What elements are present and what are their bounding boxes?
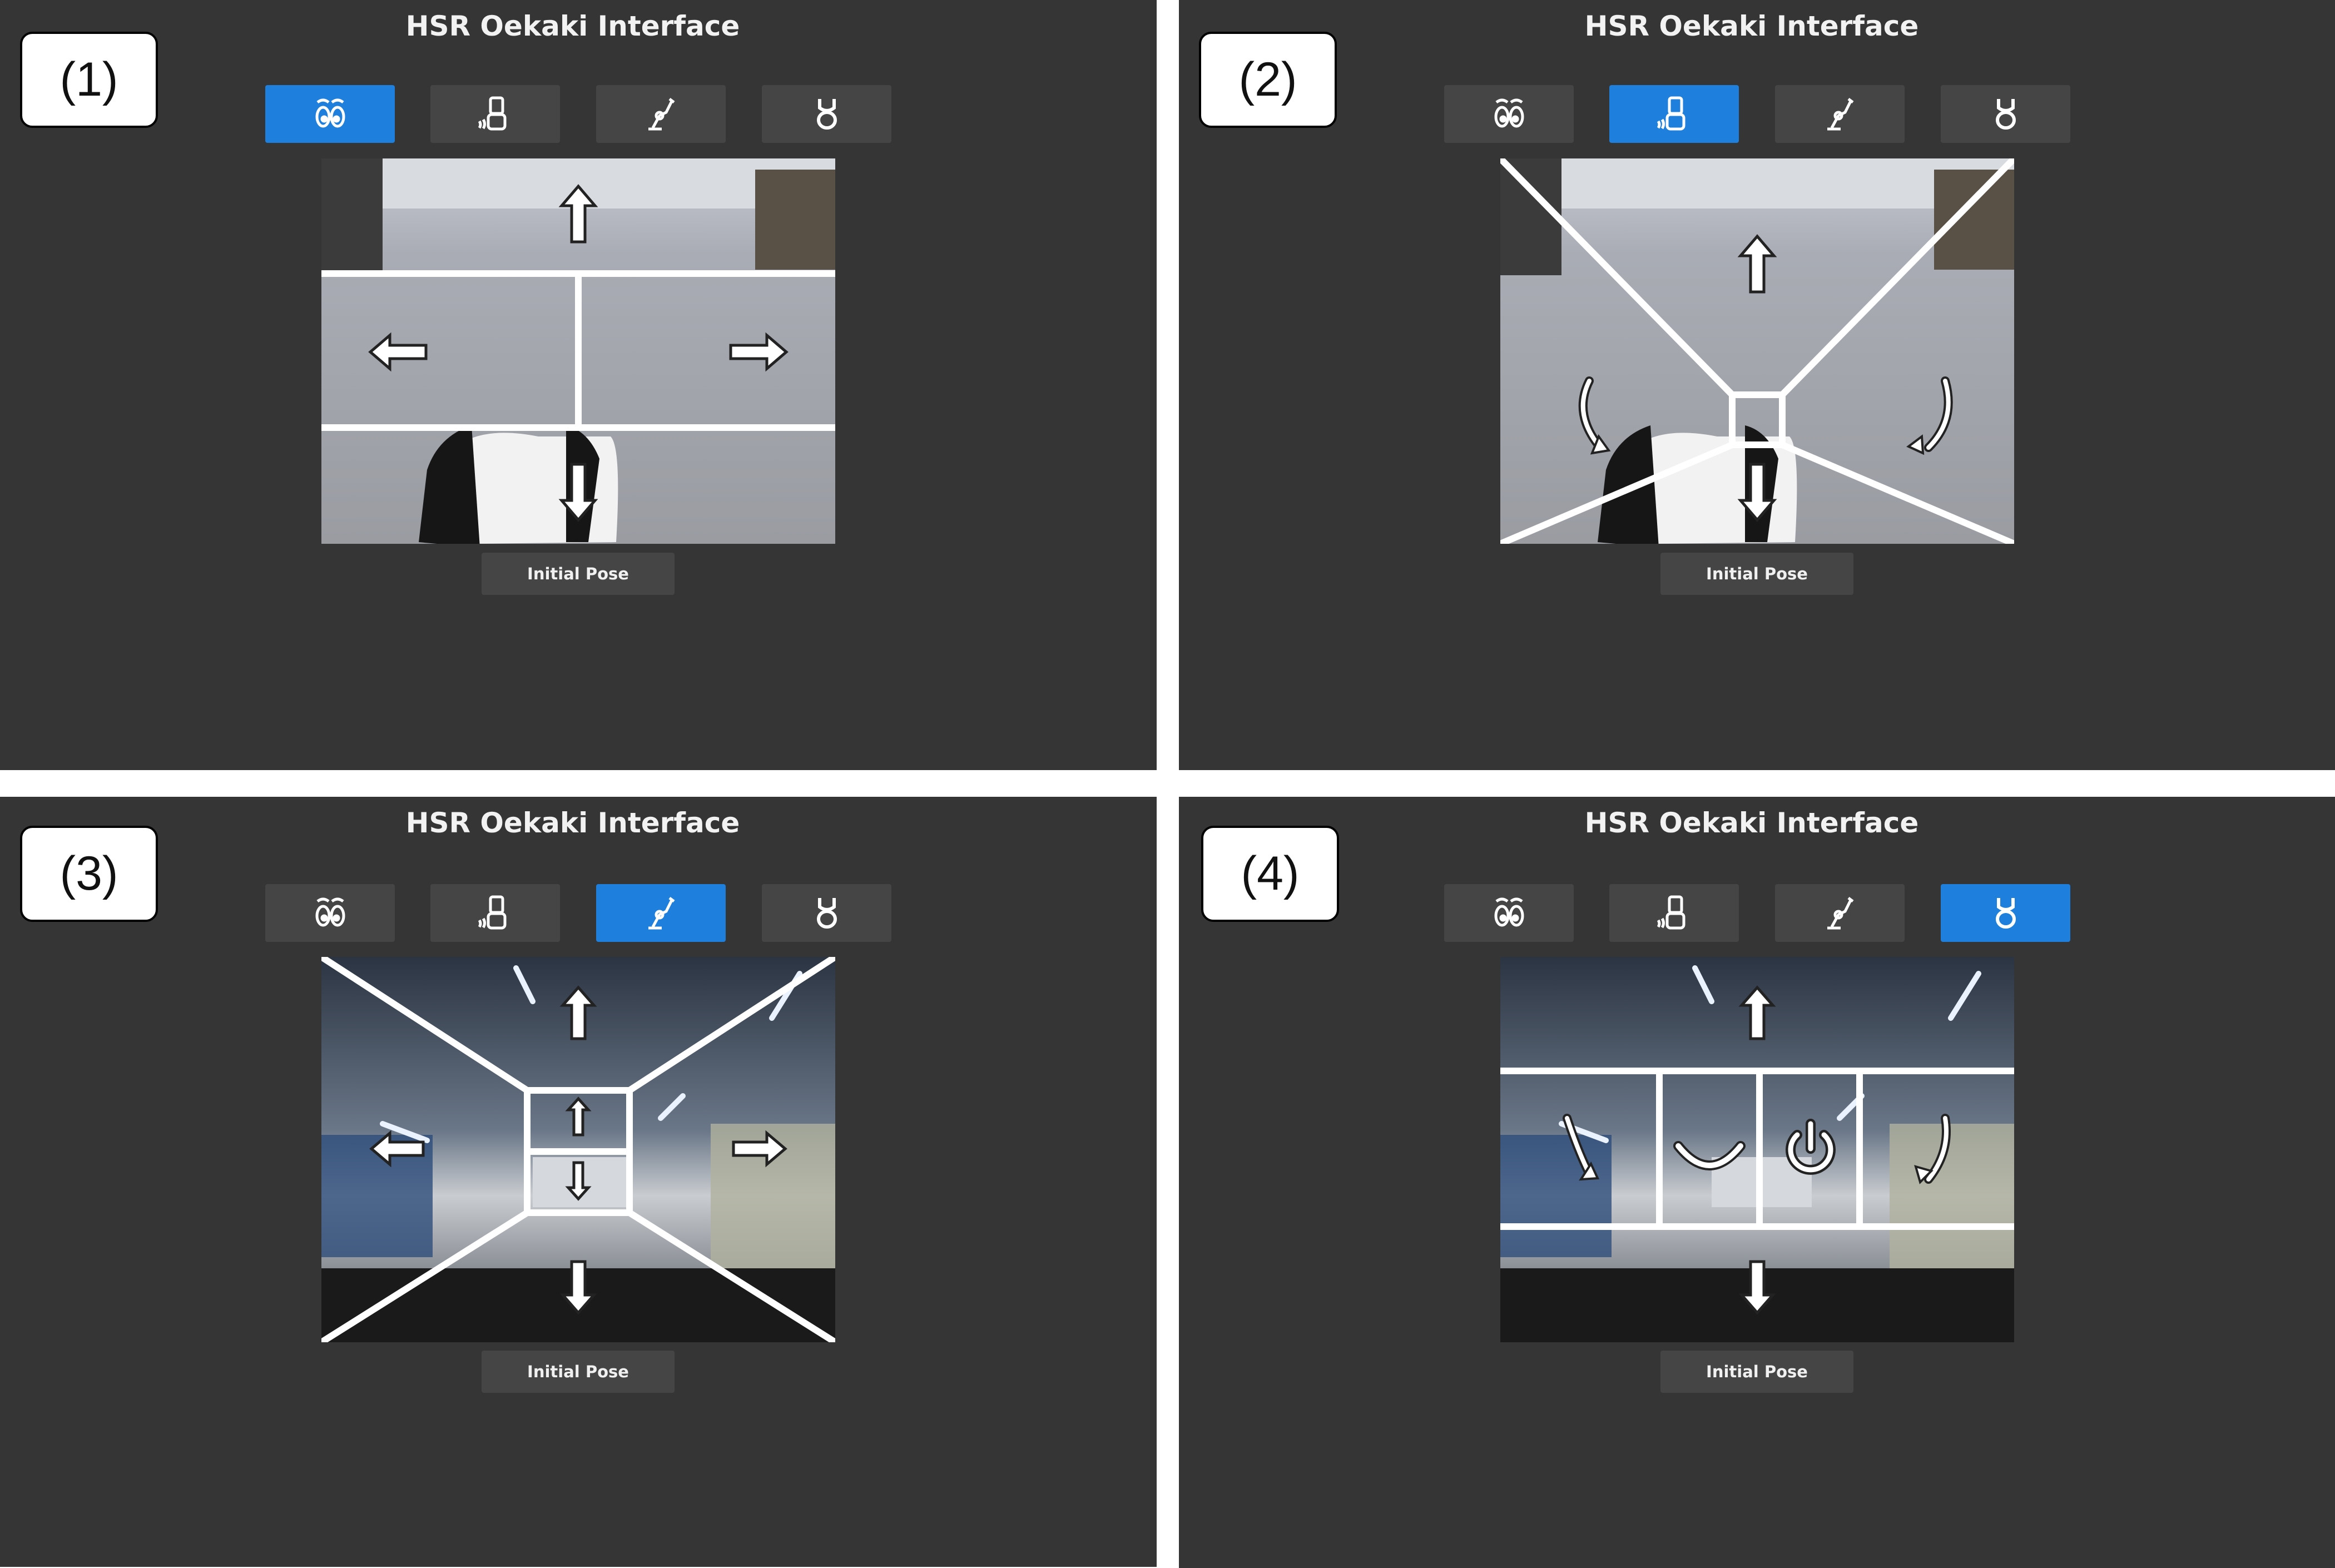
app-title: HSR Oekaki Interface — [405, 807, 740, 839]
eyes-icon — [315, 98, 345, 128]
mode-gripper-button[interactable] — [1941, 85, 2070, 143]
camera-view[interactable] — [321, 957, 835, 1342]
mode-gripper-button[interactable] — [762, 884, 891, 942]
gripper-icon — [1995, 898, 2016, 929]
robot-arm-icon — [648, 897, 675, 930]
robot-base-icon — [478, 895, 506, 930]
mode-arm-button[interactable] — [1775, 884, 1905, 942]
robot-arm-icon — [1827, 98, 1853, 131]
robot-arm-icon — [648, 98, 675, 131]
mode-eyes-button[interactable] — [265, 884, 395, 942]
mode-gripper-button[interactable] — [762, 85, 891, 143]
camera-canvas[interactable] — [1500, 158, 2014, 544]
mode-base-button[interactable] — [430, 884, 560, 942]
robot-base-icon — [1657, 96, 1685, 131]
initial-pose-button[interactable]: Initial Pose — [1660, 1351, 1853, 1393]
mode-toolbar — [265, 85, 892, 143]
gripper-icon — [816, 99, 837, 130]
app-title: HSR Oekaki Interface — [405, 10, 740, 42]
initial-pose-button[interactable]: Initial Pose — [1660, 553, 1853, 595]
eyes-icon — [1494, 98, 1524, 128]
camera-canvas[interactable] — [321, 158, 835, 544]
mode-base-button[interactable] — [430, 85, 560, 143]
mode-arm-button[interactable] — [596, 884, 726, 942]
panel-1: (1) HSR Oekaki Interface Initial Pose — [0, 0, 1157, 770]
camera-view[interactable] — [1500, 957, 2014, 1342]
gripper-icon — [816, 898, 837, 929]
initial-pose-button[interactable]: Initial Pose — [482, 1351, 675, 1393]
initial-pose-button[interactable]: Initial Pose — [482, 553, 675, 595]
camera-canvas[interactable] — [1500, 957, 2014, 1342]
camera-view[interactable] — [1500, 158, 2014, 544]
mode-eyes-button[interactable] — [265, 85, 395, 143]
eyes-icon — [315, 897, 345, 927]
mode-eyes-button[interactable] — [1444, 884, 1574, 942]
panel-label: (3) — [20, 826, 158, 922]
robot-base-icon — [1657, 895, 1685, 930]
mode-toolbar — [265, 884, 892, 942]
mode-toolbar — [1444, 85, 2071, 143]
mode-toolbar — [1444, 884, 2071, 942]
eyes-icon — [1494, 897, 1524, 927]
camera-canvas[interactable] — [321, 957, 835, 1342]
mode-base-button[interactable] — [1609, 85, 1739, 143]
app-title: HSR Oekaki Interface — [1584, 807, 1919, 839]
robot-base-icon — [478, 96, 506, 131]
panel-3: (3) HSR Oekaki Interface Initial Pose — [0, 797, 1157, 1567]
gripper-icon — [1995, 99, 2016, 130]
robot-arm-icon — [1827, 897, 1853, 930]
camera-view[interactable] — [321, 158, 835, 544]
mode-arm-button[interactable] — [596, 85, 726, 143]
panel-2: (2) HSR Oekaki Interface Initial Pose — [1179, 0, 2335, 770]
app-title: HSR Oekaki Interface — [1584, 10, 1919, 42]
mode-arm-button[interactable] — [1775, 85, 1905, 143]
mode-eyes-button[interactable] — [1444, 85, 1574, 143]
mode-base-button[interactable] — [1609, 884, 1739, 942]
panel-4: (4) HSR Oekaki Interface Initial Pose — [1179, 797, 2335, 1568]
panel-label: (4) — [1201, 826, 1339, 922]
panel-label: (2) — [1199, 32, 1337, 128]
panel-label: (1) — [20, 32, 158, 128]
mode-gripper-button[interactable] — [1941, 884, 2070, 942]
